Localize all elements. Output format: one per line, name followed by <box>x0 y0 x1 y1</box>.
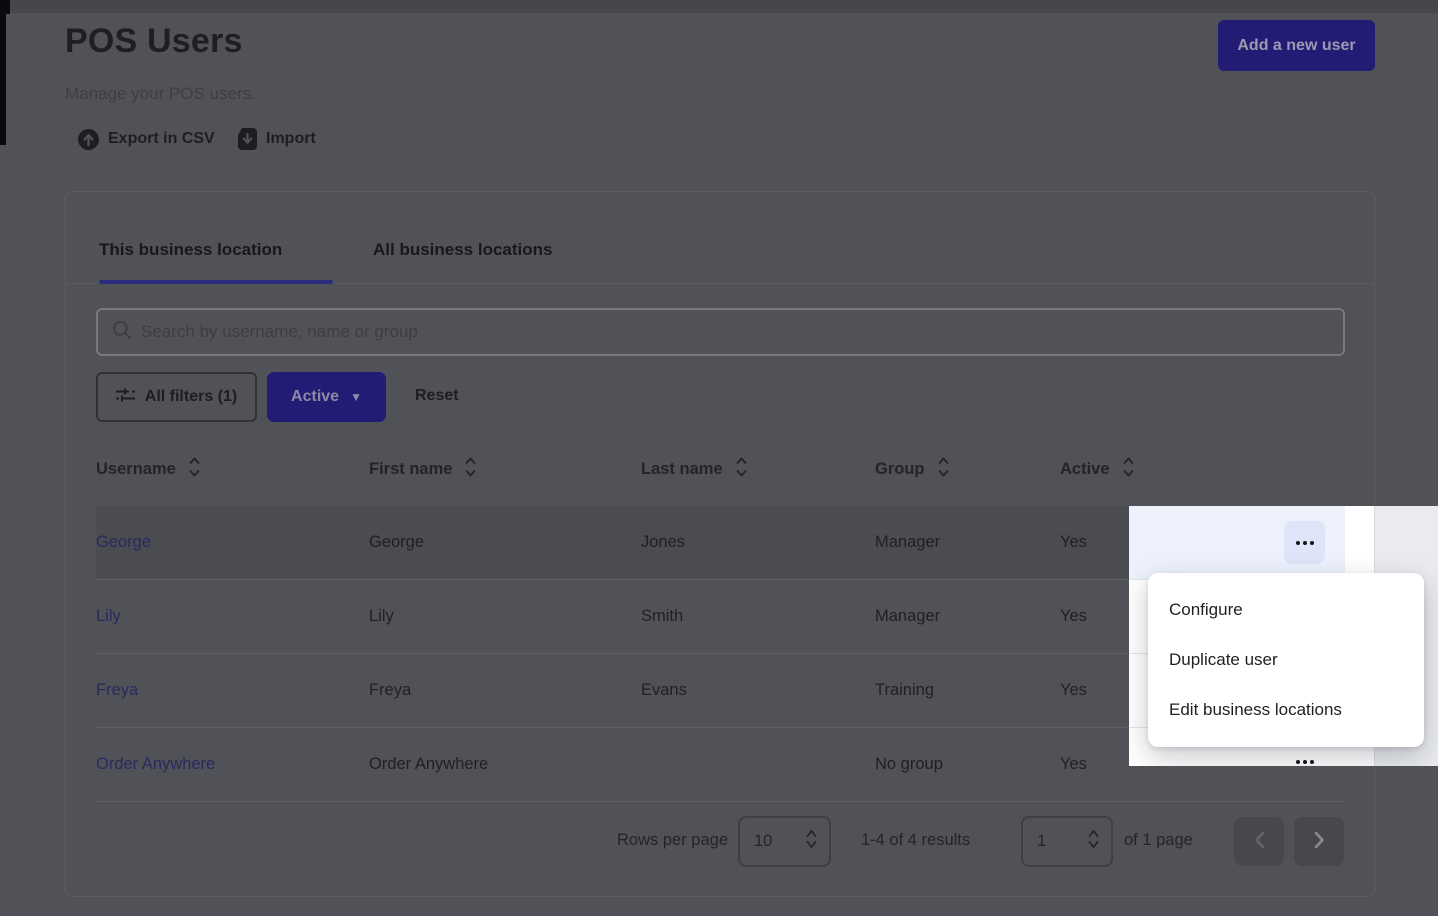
search-input[interactable] <box>141 322 1329 342</box>
top-window-strip <box>0 0 1438 13</box>
active-filter-label: Active <box>291 388 339 406</box>
add-new-user-button[interactable]: Add a new user <box>1218 20 1375 71</box>
caret-down-icon: ▼ <box>350 391 362 403</box>
all-filters-label: All filters (1) <box>145 388 237 406</box>
column-label: First name <box>369 460 452 479</box>
column-header-first-name[interactable]: First name <box>369 455 476 483</box>
page-total-label: of 1 page <box>1124 831 1193 850</box>
add-new-user-label: Add a new user <box>1237 37 1355 55</box>
active-cell: Yes <box>1060 728 1087 801</box>
column-label: Username <box>96 460 176 479</box>
page-number-stepper[interactable]: 1 <box>1021 816 1113 867</box>
first-name-cell: Order Anywhere <box>369 728 488 801</box>
corner-strip <box>0 0 10 14</box>
row-actions-button[interactable] <box>1287 756 1323 766</box>
stepper-icon <box>1088 828 1099 855</box>
group-cell: Manager <box>875 580 940 653</box>
last-name-cell: Evans <box>641 654 687 727</box>
username-link[interactable]: George <box>96 506 151 579</box>
spotlight-region: Configure Duplicate user Edit business l… <box>1129 506 1438 766</box>
tab-this-business-location[interactable]: This business location <box>99 240 282 266</box>
sort-icon <box>189 457 200 482</box>
import-button[interactable]: Import <box>238 127 316 151</box>
group-cell: Manager <box>875 506 940 579</box>
rows-per-page-value: 10 <box>754 832 772 851</box>
ellipsis-icon <box>1296 541 1300 545</box>
import-label: Import <box>266 130 316 148</box>
active-filter-button[interactable]: Active ▼ <box>267 372 386 422</box>
active-tab-underline <box>99 280 333 284</box>
column-header-group[interactable]: Group <box>875 455 949 483</box>
group-cell: Training <box>875 654 934 727</box>
menu-item-edit-business-locations[interactable]: Edit business locations <box>1148 685 1424 735</box>
sort-icon <box>938 457 949 482</box>
page-subtitle: Manage your POS users. <box>65 84 256 104</box>
column-label: Last name <box>641 460 723 479</box>
row-actions-button[interactable] <box>1284 521 1325 564</box>
first-name-cell: Freya <box>369 654 411 727</box>
export-csv-label: Export in CSV <box>108 130 215 148</box>
active-cell: Yes <box>1060 506 1087 579</box>
search-box[interactable] <box>96 308 1345 356</box>
column-label: Active <box>1060 460 1110 479</box>
first-name-cell: Lily <box>369 580 394 653</box>
sort-icon <box>465 457 476 482</box>
import-icon <box>238 128 257 150</box>
sort-icon <box>736 457 747 482</box>
menu-item-configure[interactable]: Configure <box>1148 585 1424 635</box>
row-actions-menu: Configure Duplicate user Edit business l… <box>1148 573 1424 747</box>
page-title: POS Users <box>65 22 243 61</box>
username-link[interactable]: Freya <box>96 654 138 727</box>
results-count: 1-4 of 4 results <box>861 831 970 850</box>
previous-page-button[interactable] <box>1234 817 1284 866</box>
column-header-last-name[interactable]: Last name <box>641 455 747 483</box>
username-link[interactable]: Lily <box>96 580 121 653</box>
last-name-cell: Jones <box>641 506 685 579</box>
ellipsis-icon <box>1296 760 1300 764</box>
left-edge-strip <box>0 0 6 145</box>
export-icon <box>78 129 99 150</box>
all-filters-button[interactable]: All filters (1) <box>96 372 257 422</box>
column-header-active[interactable]: Active <box>1060 455 1134 483</box>
column-header-username[interactable]: Username <box>96 455 200 483</box>
pos-users-screen: POS Users Manage your POS users. Export … <box>0 0 1438 916</box>
filters-icon <box>116 387 135 408</box>
stepper-icon <box>806 828 817 855</box>
rows-per-page-label: Rows per page <box>602 831 728 850</box>
reset-filters-button[interactable]: Reset <box>415 387 459 405</box>
first-name-cell: George <box>369 506 424 579</box>
export-csv-button[interactable]: Export in CSV <box>78 127 215 151</box>
search-icon <box>112 320 132 345</box>
active-cell: Yes <box>1060 654 1087 727</box>
page-number-value: 1 <box>1037 832 1046 851</box>
rows-per-page-stepper[interactable]: 10 <box>738 816 831 867</box>
chevron-left-icon <box>1254 831 1265 852</box>
active-cell: Yes <box>1060 580 1087 653</box>
next-page-button[interactable] <box>1294 817 1344 866</box>
sort-icon <box>1123 457 1134 482</box>
group-cell: No group <box>875 728 943 801</box>
chevron-right-icon <box>1314 831 1325 852</box>
menu-item-duplicate-user[interactable]: Duplicate user <box>1148 635 1424 685</box>
tab-all-business-locations[interactable]: All business locations <box>373 240 553 266</box>
column-label: Group <box>875 460 925 479</box>
username-link[interactable]: Order Anywhere <box>96 728 215 801</box>
last-name-cell: Smith <box>641 580 683 653</box>
